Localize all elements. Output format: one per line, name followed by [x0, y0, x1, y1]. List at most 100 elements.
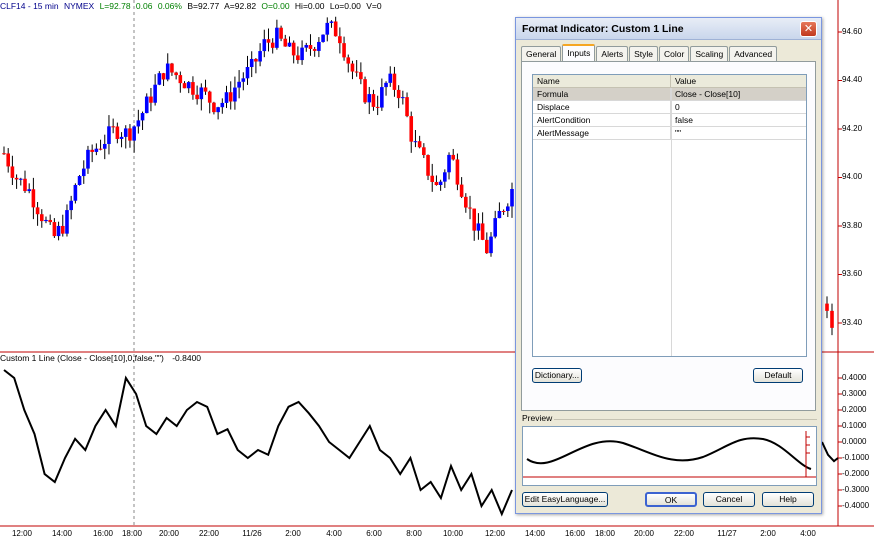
candle-body: [443, 172, 447, 182]
close-icon[interactable]: ✕: [800, 20, 817, 37]
candle-body: [434, 181, 439, 186]
net-change: 0.06: [135, 1, 153, 11]
candle-body: [241, 78, 246, 82]
candle-body: [224, 92, 229, 103]
candle-body: [191, 82, 195, 95]
candle-body: [174, 72, 178, 76]
time-tick-label: 20:00: [158, 529, 180, 538]
candle-body: [153, 84, 157, 103]
time-tick-label: 8:00: [406, 529, 422, 538]
candle-body: [392, 73, 397, 90]
candle-body: [6, 153, 10, 167]
candle-body: [493, 218, 498, 237]
tab-general[interactable]: General: [521, 46, 562, 61]
candle-body: [258, 51, 262, 62]
candle-body: [220, 102, 225, 108]
price-tick-label: 93.60: [842, 269, 863, 278]
name-column-header[interactable]: Name: [533, 75, 671, 87]
input-row-displace[interactable]: Displace 0: [533, 101, 806, 114]
candle-body: [262, 39, 267, 52]
edit-easylanguage-button[interactable]: Edit EasyLanguage...: [522, 492, 608, 507]
value-column-header[interactable]: Value: [671, 75, 806, 87]
candle-body: [52, 222, 57, 237]
candle-body: [375, 106, 380, 108]
candle-body: [354, 71, 359, 73]
candle-body: [44, 219, 48, 222]
input-row-alertmessage[interactable]: AlertMessage "": [533, 127, 806, 140]
default-button[interactable]: Default: [753, 368, 803, 383]
tab-alerts[interactable]: Alerts: [596, 46, 629, 61]
time-tick-label: 12:00: [484, 529, 506, 538]
preview-divider: [554, 419, 817, 420]
time-tick-label: 2:00: [760, 529, 776, 538]
candle-body: [283, 38, 288, 47]
open-price: O=0.00: [261, 1, 290, 11]
dialog-title: Format Indicator: Custom 1 Line: [522, 22, 684, 35]
price-tick-label: 94.20: [842, 124, 863, 133]
time-tick-label: 4:00: [326, 529, 342, 538]
candle-body: [497, 210, 502, 219]
help-button[interactable]: Help: [762, 492, 814, 507]
candle-body: [254, 58, 258, 62]
input-name: AlertMessage: [533, 127, 671, 139]
time-tick-label: 18:00: [121, 529, 143, 538]
candle-body: [182, 83, 187, 89]
dictionary-button[interactable]: Dictionary...: [532, 368, 582, 383]
ok-button[interactable]: OK: [645, 492, 697, 507]
candle-body: [359, 72, 363, 80]
candle-body: [329, 21, 334, 23]
candle-body: [266, 39, 271, 43]
time-tick-label: 22:00: [198, 529, 220, 538]
candle-body: [73, 184, 78, 201]
time-tick-label: 6:00: [366, 529, 382, 538]
candle-body: [98, 148, 103, 150]
preview-label: Preview: [522, 413, 553, 423]
high-price: Hi=0.00: [294, 1, 325, 11]
candle-body: [417, 141, 422, 148]
candle-body: [430, 175, 435, 182]
candle-body: [468, 207, 472, 209]
candle-body: [476, 223, 481, 231]
candle-body: [291, 42, 296, 56]
candle-body: [48, 219, 52, 223]
candle-body: [115, 126, 120, 139]
candle-body: [186, 82, 191, 89]
tab-advanced[interactable]: Advanced: [729, 46, 778, 61]
price-tick-label: 94.40: [842, 75, 863, 84]
tab-inputs[interactable]: Inputs: [562, 44, 596, 61]
candle-body: [140, 113, 145, 121]
input-value[interactable]: Close - Close[10]: [671, 88, 806, 100]
candle-body: [69, 200, 73, 211]
candle-body: [233, 87, 237, 102]
candle-body: [371, 94, 376, 107]
input-name: Displace: [533, 101, 671, 113]
tab-scaling[interactable]: Scaling: [690, 46, 729, 61]
price-tick-label: 94.60: [842, 27, 863, 36]
candle-body: [132, 126, 136, 141]
input-row-formula[interactable]: Formula Close - Close[10]: [533, 88, 806, 101]
candle-body: [304, 45, 309, 48]
tab-color[interactable]: Color: [659, 46, 690, 61]
dialog-titlebar[interactable]: Format Indicator: Custom 1 Line ✕: [516, 18, 821, 40]
bid-price: B=92.77: [187, 1, 220, 11]
candle-body: [480, 223, 485, 240]
candle-body: [321, 34, 325, 42]
candle-body: [485, 239, 489, 254]
candle-body: [388, 73, 393, 83]
time-tick-label: 16:00: [92, 529, 114, 538]
time-tick-label: 22:00: [673, 529, 695, 538]
candle-body: [123, 128, 128, 137]
candle-body: [245, 67, 250, 79]
candle-body: [107, 126, 111, 144]
input-row-alertcondition[interactable]: AlertCondition false: [533, 114, 806, 127]
candle-body: [18, 178, 23, 180]
cancel-button[interactable]: Cancel: [703, 492, 755, 507]
candle-body: [409, 116, 414, 142]
indicator-line: [3, 369, 513, 517]
tab-style[interactable]: Style: [629, 46, 659, 61]
input-value[interactable]: false: [671, 114, 806, 126]
input-value[interactable]: 0: [671, 101, 806, 113]
candle-body: [111, 126, 115, 128]
volume: V=0: [366, 1, 382, 11]
input-value[interactable]: "": [671, 127, 806, 139]
